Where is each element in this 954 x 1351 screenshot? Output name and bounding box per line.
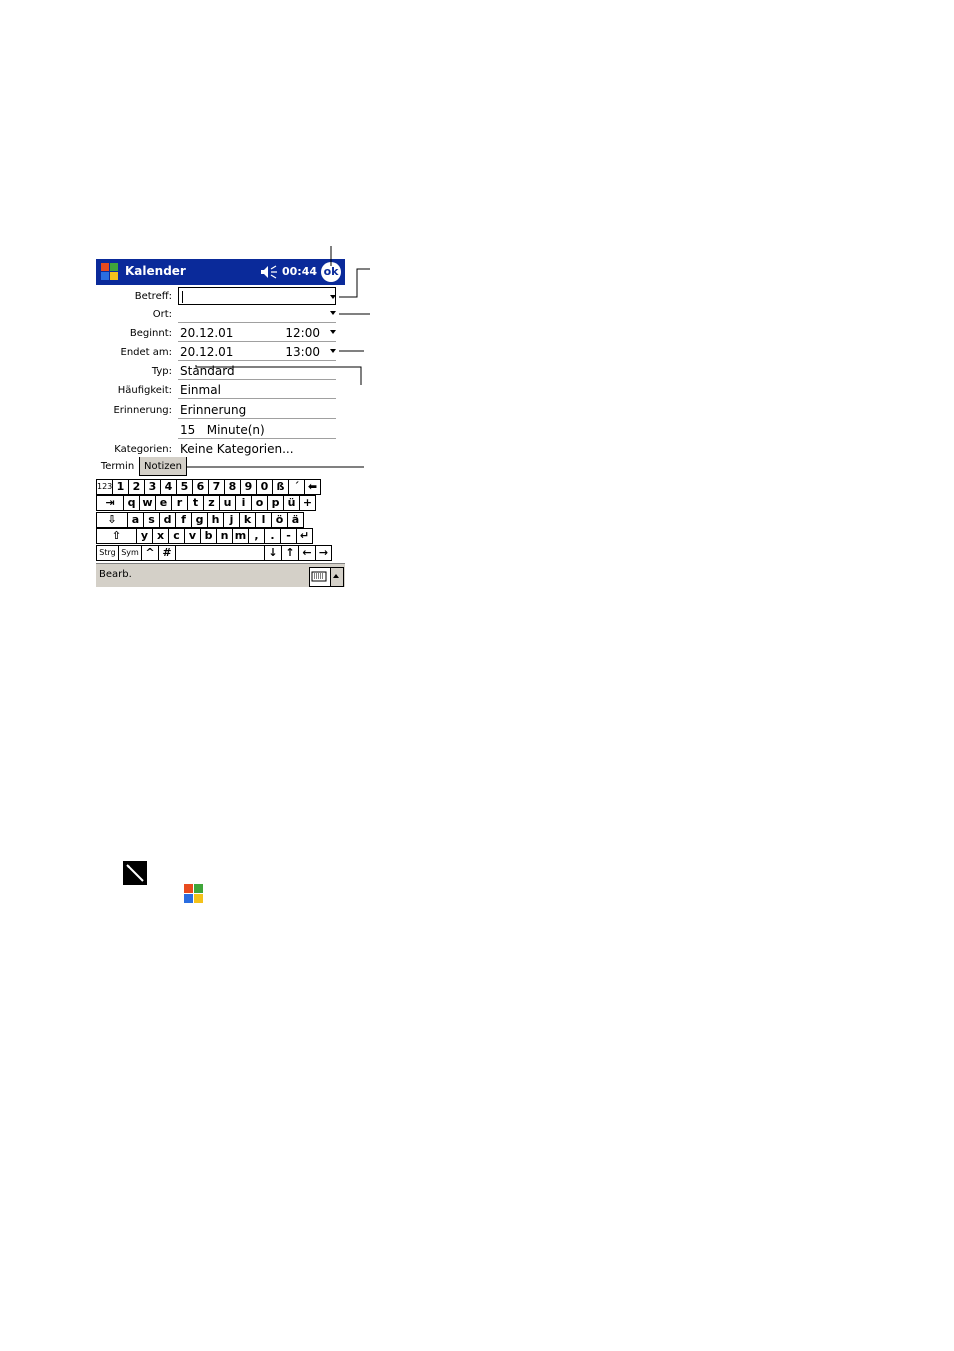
- callout-datum: [195, 365, 362, 385]
- callout-betreff: [339, 268, 370, 298]
- windows-flag-icon: [184, 884, 203, 903]
- pen-icon: [123, 861, 147, 885]
- callout-lines: [187, 246, 370, 468]
